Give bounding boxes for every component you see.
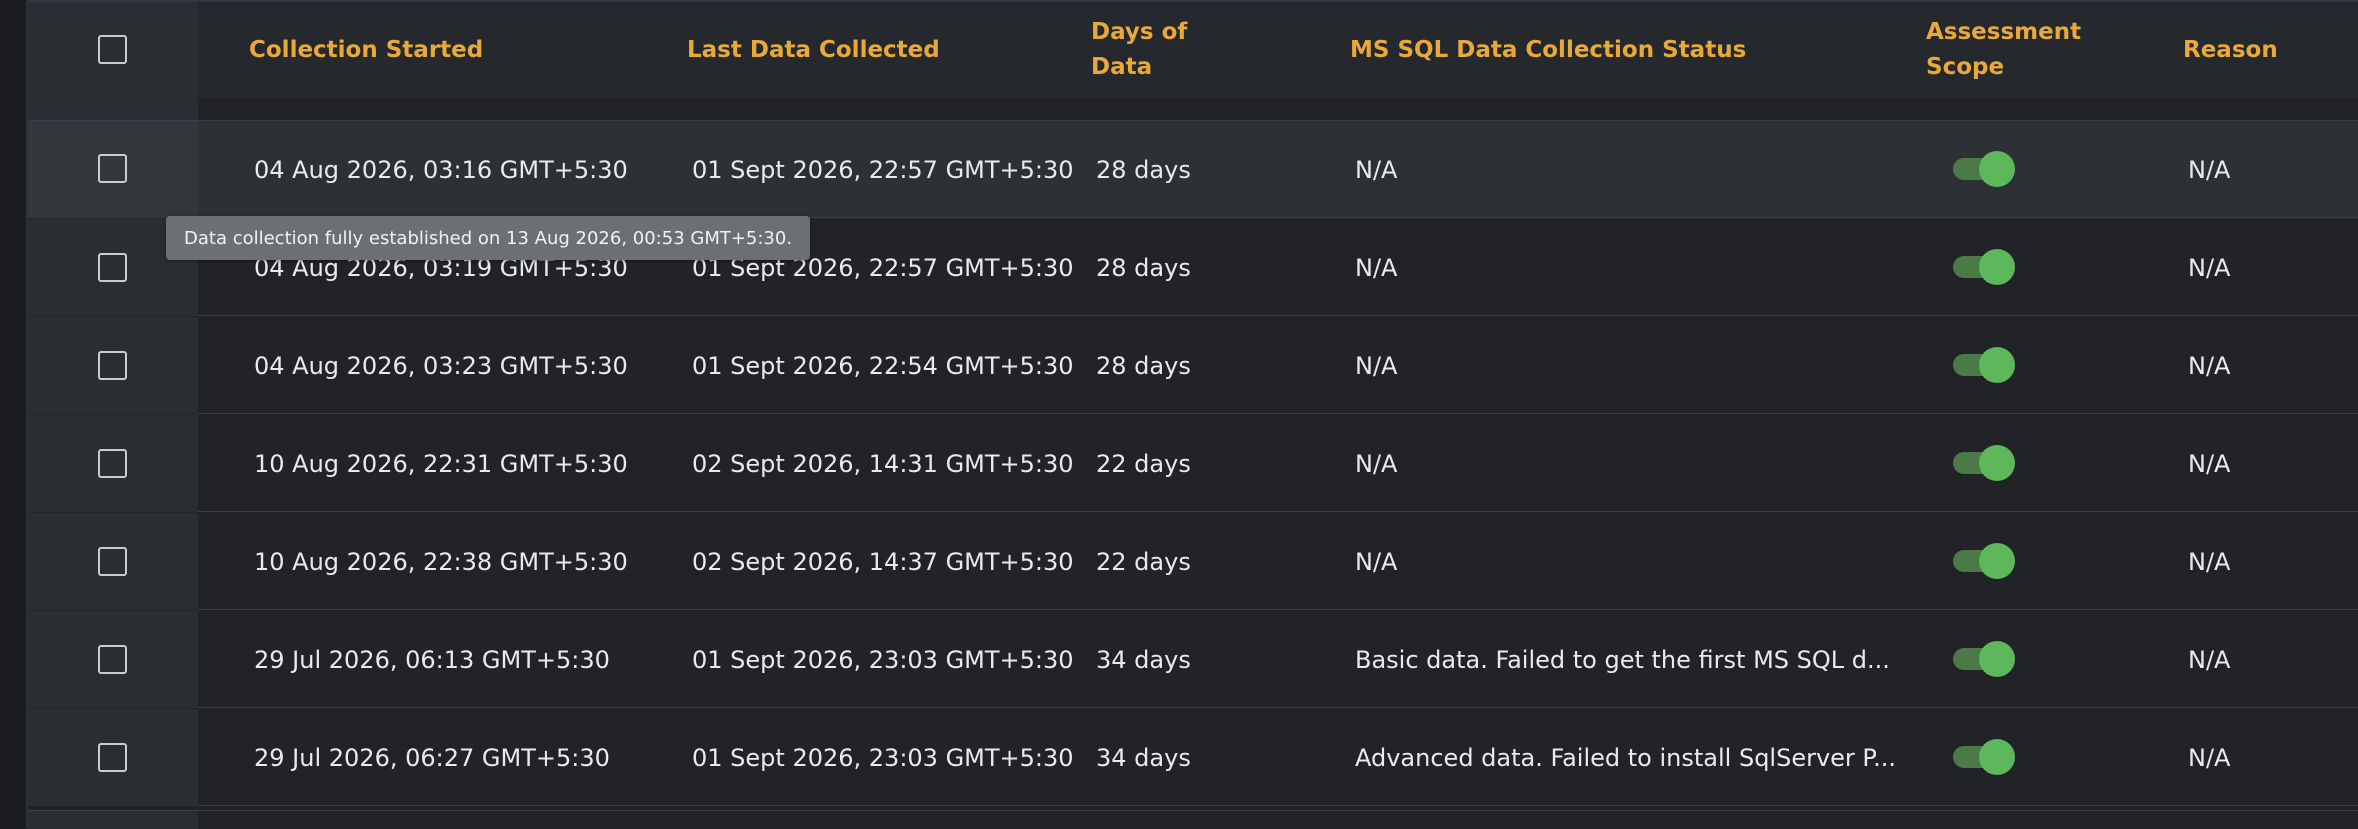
row-checkbox[interactable] bbox=[98, 253, 127, 282]
row-checkbox[interactable] bbox=[98, 743, 127, 772]
cell-reason: N/A bbox=[2188, 645, 2231, 674]
row-checkbox[interactable] bbox=[98, 154, 127, 183]
row-checkbox[interactable] bbox=[98, 547, 127, 576]
row-checkbox-cell bbox=[28, 709, 198, 806]
row-checkbox[interactable] bbox=[98, 645, 127, 674]
column-header-days-of-data[interactable]: Days of Data bbox=[1091, 2, 1187, 98]
cell-collection-started: 04 Aug 2026, 03:23 GMT+5:30 bbox=[254, 351, 628, 380]
table-row[interactable]: 10 Aug 2026, 22:31 GMT+5:30 02 Sept 2026… bbox=[28, 415, 2358, 512]
column-header-last-data-collected[interactable]: Last Data Collected bbox=[687, 2, 940, 98]
cell-collection-started: 29 Jul 2026, 06:13 GMT+5:30 bbox=[254, 645, 610, 674]
devices-table: Collection Started Last Data Collected D… bbox=[28, 0, 2358, 829]
cell-mssql-status: Basic data. Failed to get the first MS S… bbox=[1355, 645, 1890, 674]
table-header: Collection Started Last Data Collected D… bbox=[28, 0, 2358, 100]
column-header-reason[interactable]: Reason bbox=[2183, 2, 2278, 98]
cell-collection-started: 10 Aug 2026, 22:31 GMT+5:30 bbox=[254, 449, 628, 478]
cell-reason: N/A bbox=[2188, 155, 2231, 184]
header-gap bbox=[28, 98, 2358, 121]
assessment-scope-toggle[interactable] bbox=[1953, 543, 2015, 579]
cell-last-data-collected: 01 Sept 2026, 23:03 GMT+5:30 bbox=[692, 645, 1074, 674]
row-checkbox-cell bbox=[28, 317, 198, 414]
toggle-knob bbox=[1979, 151, 2015, 187]
cell-reason: N/A bbox=[2188, 253, 2231, 282]
cell-mssql-status: N/A bbox=[1355, 449, 1398, 478]
assessment-scope-toggle[interactable] bbox=[1953, 445, 2015, 481]
cell-days-of-data: 22 days bbox=[1096, 449, 1191, 478]
cell-days-of-data: 22 days bbox=[1096, 547, 1191, 576]
column-header-mssql-status[interactable]: MS SQL Data Collection Status bbox=[1350, 2, 1746, 98]
cell-collection-started: 04 Aug 2026, 03:16 GMT+5:30 bbox=[254, 155, 628, 184]
cell-mssql-status: Advanced data. Failed to install SqlServ… bbox=[1355, 743, 1897, 772]
cell-mssql-status: N/A bbox=[1355, 351, 1398, 380]
toggle-knob bbox=[1979, 249, 2015, 285]
row-checkbox-cell bbox=[28, 611, 198, 708]
toggle-knob bbox=[1979, 641, 2015, 677]
table-row[interactable]: 04 Aug 2026, 03:16 GMT+5:30 01 Sept 2026… bbox=[28, 121, 2358, 218]
assessment-scope-toggle[interactable] bbox=[1953, 151, 2015, 187]
cell-reason: N/A bbox=[2188, 449, 2231, 478]
cell-days-of-data: 34 days bbox=[1096, 743, 1191, 772]
data-collection-tooltip: Data collection fully established on 13 … bbox=[166, 216, 811, 260]
cell-days-of-data: 34 days bbox=[1096, 645, 1191, 674]
gap-checkbox-column bbox=[28, 98, 198, 120]
row-checkbox-cell bbox=[28, 121, 198, 218]
cell-collection-started: 10 Aug 2026, 22:38 GMT+5:30 bbox=[254, 547, 628, 576]
cell-days-of-data: 28 days bbox=[1096, 253, 1191, 282]
cell-days-of-data: 28 days bbox=[1096, 155, 1191, 184]
table-row[interactable]: 29 Jul 2026, 06:13 GMT+5:30 01 Sept 2026… bbox=[28, 611, 2358, 708]
row-checkbox-cell bbox=[28, 415, 198, 512]
cell-last-data-collected: 02 Sept 2026, 14:37 GMT+5:30 bbox=[692, 547, 1074, 576]
cell-collection-started: 29 Jul 2026, 06:27 GMT+5:30 bbox=[254, 743, 610, 772]
left-edge bbox=[0, 0, 28, 828]
cell-reason: N/A bbox=[2188, 743, 2231, 772]
toggle-knob bbox=[1979, 445, 2015, 481]
assessment-scope-toggle[interactable] bbox=[1953, 739, 2015, 775]
toggle-knob bbox=[1979, 543, 2015, 579]
assessment-scope-toggle[interactable] bbox=[1953, 641, 2015, 677]
cell-mssql-status: N/A bbox=[1355, 547, 1398, 576]
cell-reason: N/A bbox=[2188, 351, 2231, 380]
cell-last-data-collected: 02 Sept 2026, 14:31 GMT+5:30 bbox=[692, 449, 1074, 478]
row-checkbox[interactable] bbox=[98, 351, 127, 380]
table-bottom-strip bbox=[28, 810, 2358, 829]
cell-reason: N/A bbox=[2188, 547, 2231, 576]
assessment-scope-toggle[interactable] bbox=[1953, 249, 2015, 285]
column-header-assessment-scope[interactable]: Assessment Scope bbox=[1926, 2, 2081, 98]
row-checkbox[interactable] bbox=[98, 449, 127, 478]
cell-mssql-status: N/A bbox=[1355, 253, 1398, 282]
cell-mssql-status: N/A bbox=[1355, 155, 1398, 184]
cell-last-data-collected: 01 Sept 2026, 22:54 GMT+5:30 bbox=[692, 351, 1074, 380]
cell-days-of-data: 28 days bbox=[1096, 351, 1191, 380]
app-frame: Collection Started Last Data Collected D… bbox=[0, 0, 2358, 829]
row-checkbox-cell bbox=[28, 513, 198, 610]
table-row[interactable]: 10 Aug 2026, 22:38 GMT+5:30 02 Sept 2026… bbox=[28, 513, 2358, 610]
cell-last-data-collected: 01 Sept 2026, 23:03 GMT+5:30 bbox=[692, 743, 1074, 772]
bottom-checkbox-column bbox=[28, 811, 198, 829]
header-checkbox-cell bbox=[28, 2, 198, 98]
column-header-collection-started[interactable]: Collection Started bbox=[249, 2, 483, 98]
cell-last-data-collected: 01 Sept 2026, 22:57 GMT+5:30 bbox=[692, 155, 1074, 184]
select-all-checkbox[interactable] bbox=[98, 35, 127, 64]
assessment-scope-toggle[interactable] bbox=[1953, 347, 2015, 383]
table-row[interactable]: 29 Jul 2026, 06:27 GMT+5:30 01 Sept 2026… bbox=[28, 709, 2358, 806]
toggle-knob bbox=[1979, 739, 2015, 775]
table-row[interactable]: 04 Aug 2026, 03:23 GMT+5:30 01 Sept 2026… bbox=[28, 317, 2358, 414]
toggle-knob bbox=[1979, 347, 2015, 383]
